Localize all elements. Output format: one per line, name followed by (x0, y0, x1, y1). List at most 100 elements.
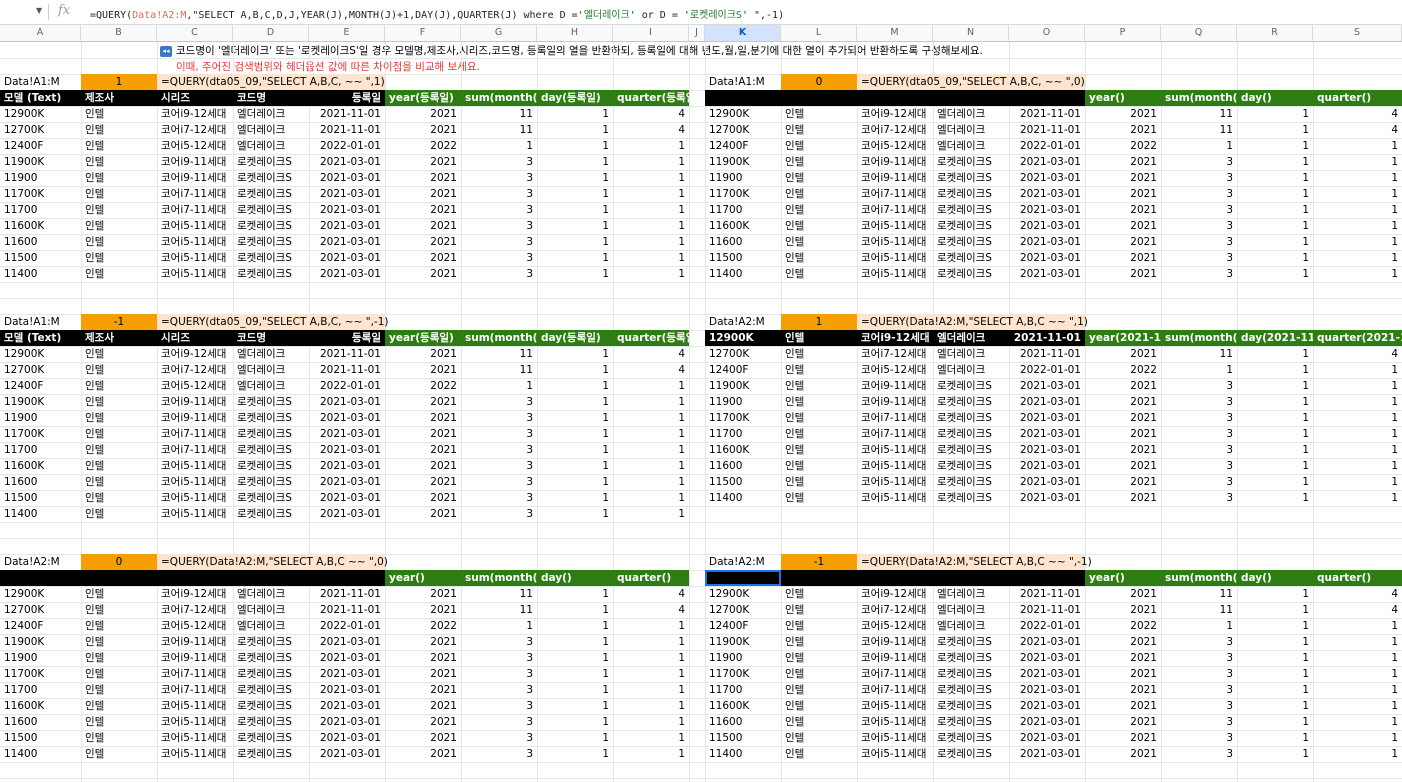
result-cell[interactable]: 3 (461, 634, 537, 650)
result-cell[interactable]: 1 (461, 618, 537, 634)
result-cell[interactable]: 2021-03-01 (309, 458, 385, 474)
result-cell[interactable]: 1 (1313, 426, 1402, 442)
result-cell[interactable]: 12700K (705, 122, 781, 138)
result-cell[interactable]: 1 (537, 618, 613, 634)
result-cell[interactable]: 3 (1161, 698, 1237, 714)
result-cell[interactable]: 코어i9-11세대 (157, 410, 233, 426)
column-header-a[interactable]: A (0, 25, 81, 41)
result-cell[interactable]: 인텔 (81, 394, 157, 410)
result-header-cell[interactable] (781, 570, 857, 586)
result-cell[interactable]: 코어i5-12세대 (157, 378, 233, 394)
result-cell[interactable]: 코어i7-11세대 (157, 442, 233, 458)
column-header-h[interactable]: H (537, 25, 613, 41)
result-cell[interactable]: 1 (1313, 490, 1402, 506)
result-cell[interactable]: 로켓레이크S (233, 202, 309, 218)
result-cell[interactable]: 2021 (385, 602, 461, 618)
result-cell[interactable]: 11500 (0, 250, 81, 266)
result-cell[interactable]: 11 (461, 122, 537, 138)
result-cell[interactable]: 코어i5-11세대 (157, 714, 233, 730)
result-cell[interactable]: 1 (613, 746, 689, 762)
result-cell[interactable]: 3 (1161, 266, 1237, 282)
result-cell[interactable]: 2021-03-01 (1009, 442, 1085, 458)
result-cell[interactable]: 코어i5-12세대 (157, 618, 233, 634)
result-cell[interactable]: 2021-11-01 (309, 602, 385, 618)
result-header-cell[interactable]: day() (1237, 90, 1313, 106)
result-cell[interactable]: 엘더레이크 (933, 602, 1009, 618)
column-header-m[interactable]: M (857, 25, 933, 41)
result-cell[interactable]: 2021 (385, 394, 461, 410)
result-cell[interactable]: 11 (461, 586, 537, 602)
result-cell[interactable]: 2021 (1085, 186, 1161, 202)
result-cell[interactable]: 11900K (0, 634, 81, 650)
result-cell[interactable]: 2021-11-01 (309, 586, 385, 602)
result-cell[interactable]: 3 (461, 474, 537, 490)
result-cell[interactable]: 12900K (0, 106, 81, 122)
result-cell[interactable]: 2021-03-01 (1009, 170, 1085, 186)
result-cell[interactable]: 1 (1313, 634, 1402, 650)
result-cell[interactable]: 3 (461, 170, 537, 186)
result-cell[interactable]: 1 (537, 410, 613, 426)
result-cell[interactable]: 인텔 (781, 730, 857, 746)
header-option-value[interactable]: 0 (81, 554, 157, 570)
result-cell[interactable]: 1 (1237, 170, 1313, 186)
result-cell[interactable]: 인텔 (81, 650, 157, 666)
result-cell[interactable]: 로켓레이크S (933, 250, 1009, 266)
result-cell[interactable]: 2021 (385, 106, 461, 122)
result-cell[interactable]: 1 (1237, 234, 1313, 250)
result-cell[interactable]: 11700 (705, 202, 781, 218)
result-cell[interactable]: 코어i5-12세대 (857, 362, 933, 378)
result-header-cell[interactable]: sum(month()1()) (1161, 570, 1237, 586)
result-cell[interactable]: 1 (1237, 442, 1313, 458)
result-cell[interactable]: 1 (1313, 618, 1402, 634)
result-cell[interactable]: 4 (613, 586, 689, 602)
result-header-cell[interactable]: day(2021-11-01) (1237, 330, 1313, 346)
result-cell[interactable]: 로켓레이크S (933, 682, 1009, 698)
result-header-cell[interactable] (933, 570, 1009, 586)
result-cell[interactable]: 2021-03-01 (309, 202, 385, 218)
result-cell[interactable]: 12700K (705, 346, 781, 362)
result-cell[interactable]: 인텔 (781, 746, 857, 762)
result-header-cell[interactable]: sum(month(2021-11-01)1()) (1161, 330, 1237, 346)
result-cell[interactable]: 1 (1313, 250, 1402, 266)
result-cell[interactable]: 로켓레이크S (233, 410, 309, 426)
result-cell[interactable]: 2021-03-01 (309, 410, 385, 426)
result-cell[interactable]: 3 (1161, 474, 1237, 490)
formula-input[interactable]: =QUERY(Data!A2:M,"SELECT A,B,C,D,J,YEAR(… (90, 6, 784, 21)
result-header-cell[interactable] (233, 570, 309, 586)
result-cell[interactable]: 코어i7-11세대 (157, 186, 233, 202)
result-cell[interactable]: 2021 (1085, 170, 1161, 186)
result-cell[interactable]: 11900K (0, 154, 81, 170)
result-cell[interactable]: 1 (613, 506, 689, 522)
result-cell[interactable]: 2022 (1085, 618, 1161, 634)
result-cell[interactable]: 2021-03-01 (309, 666, 385, 682)
result-cell[interactable]: 1 (1237, 202, 1313, 218)
result-cell[interactable]: 코어i9-11세대 (157, 394, 233, 410)
result-cell[interactable]: 인텔 (781, 186, 857, 202)
result-cell[interactable]: 인텔 (81, 410, 157, 426)
result-cell[interactable]: 12400F (0, 618, 81, 634)
result-cell[interactable]: 인텔 (81, 106, 157, 122)
result-cell[interactable]: 2021 (385, 426, 461, 442)
result-cell[interactable]: 로켓레이크S (233, 682, 309, 698)
result-header-cell[interactable]: 제조사 (81, 90, 157, 106)
result-cell[interactable]: 엘더레이크 (933, 122, 1009, 138)
result-cell[interactable]: 11500 (0, 730, 81, 746)
result-cell[interactable]: 11700K (705, 410, 781, 426)
result-cell[interactable]: 1 (1237, 266, 1313, 282)
result-cell[interactable]: 2021 (385, 122, 461, 138)
result-cell[interactable]: 1 (537, 250, 613, 266)
result-header-cell[interactable]: 12900K (705, 330, 781, 346)
result-cell[interactable]: 11 (1161, 602, 1237, 618)
result-cell[interactable]: 로켓레이크S (233, 442, 309, 458)
result-cell[interactable]: 1 (537, 474, 613, 490)
result-cell[interactable]: 4 (613, 122, 689, 138)
result-cell[interactable]: 2021 (385, 474, 461, 490)
result-header-cell[interactable]: 등록일 (309, 90, 385, 106)
result-cell[interactable]: 2021 (1085, 458, 1161, 474)
result-cell[interactable]: 2021 (1085, 666, 1161, 682)
result-cell[interactable]: 인텔 (781, 266, 857, 282)
result-cell[interactable]: 코어i5-11세대 (157, 234, 233, 250)
result-cell[interactable]: 2022-01-01 (1009, 362, 1085, 378)
result-cell[interactable]: 인텔 (81, 666, 157, 682)
result-cell[interactable]: 코어i5-11세대 (857, 266, 933, 282)
